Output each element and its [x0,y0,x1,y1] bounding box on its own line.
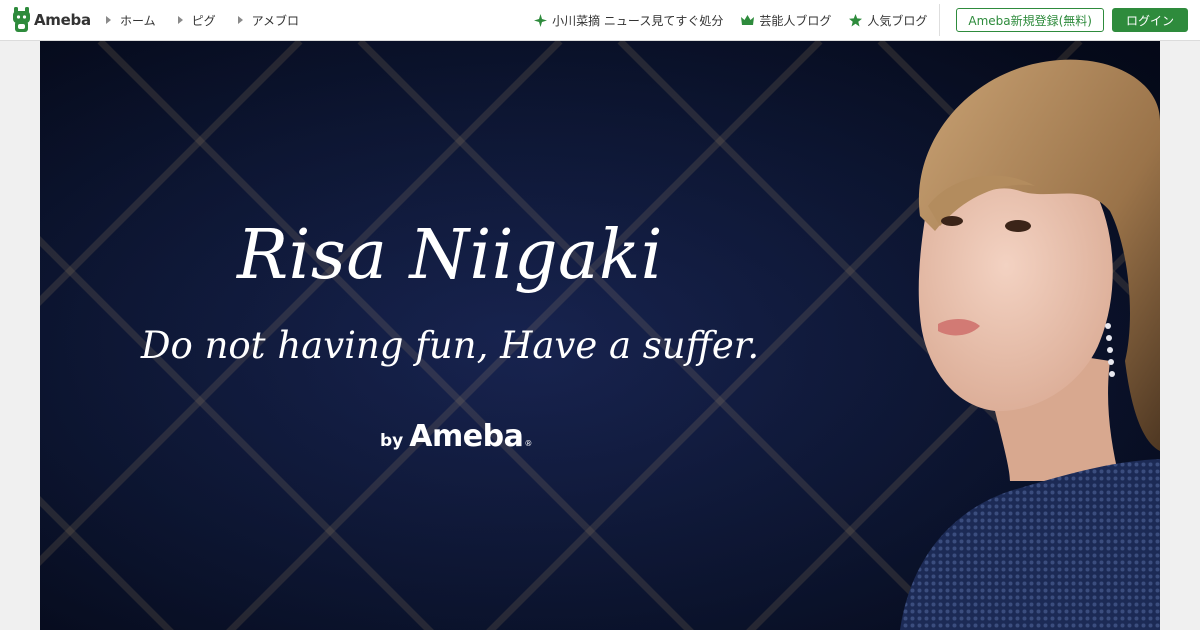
banner-tagline: Do not having fun, Have a suffer. [140,324,760,367]
banner-title: Risa Niigaki [236,216,664,295]
nav-right: 小川菜摘 ニュース見てすぐ処分 芸能人ブログ 人気ブログ Ameba新規登録(無… [534,0,1188,40]
sparkle-icon [534,13,548,27]
celebrity-blog-link[interactable]: 芸能人ブログ [741,12,831,29]
nav-pigg-label: ピグ [191,13,216,28]
profile-banner: Risa Niigaki Do not having fun, Have a s… [40,41,1160,630]
ameba-mascot-icon [12,7,31,33]
header-divider [939,4,941,36]
portrait-photo [900,59,1160,630]
nav-pigg-link[interactable]: ピグ [177,12,216,29]
star-icon [849,13,863,27]
nav-home-label: ホーム [120,13,156,28]
trending-news-link[interactable]: 小川菜摘 ニュース見てすぐ処分 [534,12,723,29]
by-ameba-logo: by Ameba ® [380,419,532,454]
triangle-right-icon [177,16,183,24]
popular-blog-link[interactable]: 人気ブログ [849,12,927,29]
global-header: Ameba ホーム ピグ アメブロ 小川菜摘 ニュース見てすぐ処分 芸能人ブログ [0,0,1200,41]
by-text: by [380,431,404,451]
by-brand: Ameba [409,419,524,454]
popular-blog-label: 人気ブログ [867,13,928,28]
triangle-right-icon [106,16,111,24]
nav-left: ホーム ピグ アメブロ [106,0,321,40]
nav-home-link[interactable]: ホーム [106,12,156,29]
celebrity-blog-label: 芸能人ブログ [759,13,832,28]
login-button[interactable]: ログイン [1111,8,1188,32]
nav-ameblo-label: アメブロ [251,13,300,28]
registered-mark: ® [524,439,533,448]
register-button[interactable]: Ameba新規登録(無料) [956,8,1104,32]
crown-icon [741,14,755,27]
nav-ameblo-link[interactable]: アメブロ [237,12,300,29]
triangle-right-icon [237,16,243,24]
trending-news-label: 小川菜摘 ニュース見てすぐ処分 [552,13,724,28]
ameba-logo[interactable]: Ameba [12,7,91,33]
logo-text: Ameba [34,11,91,29]
